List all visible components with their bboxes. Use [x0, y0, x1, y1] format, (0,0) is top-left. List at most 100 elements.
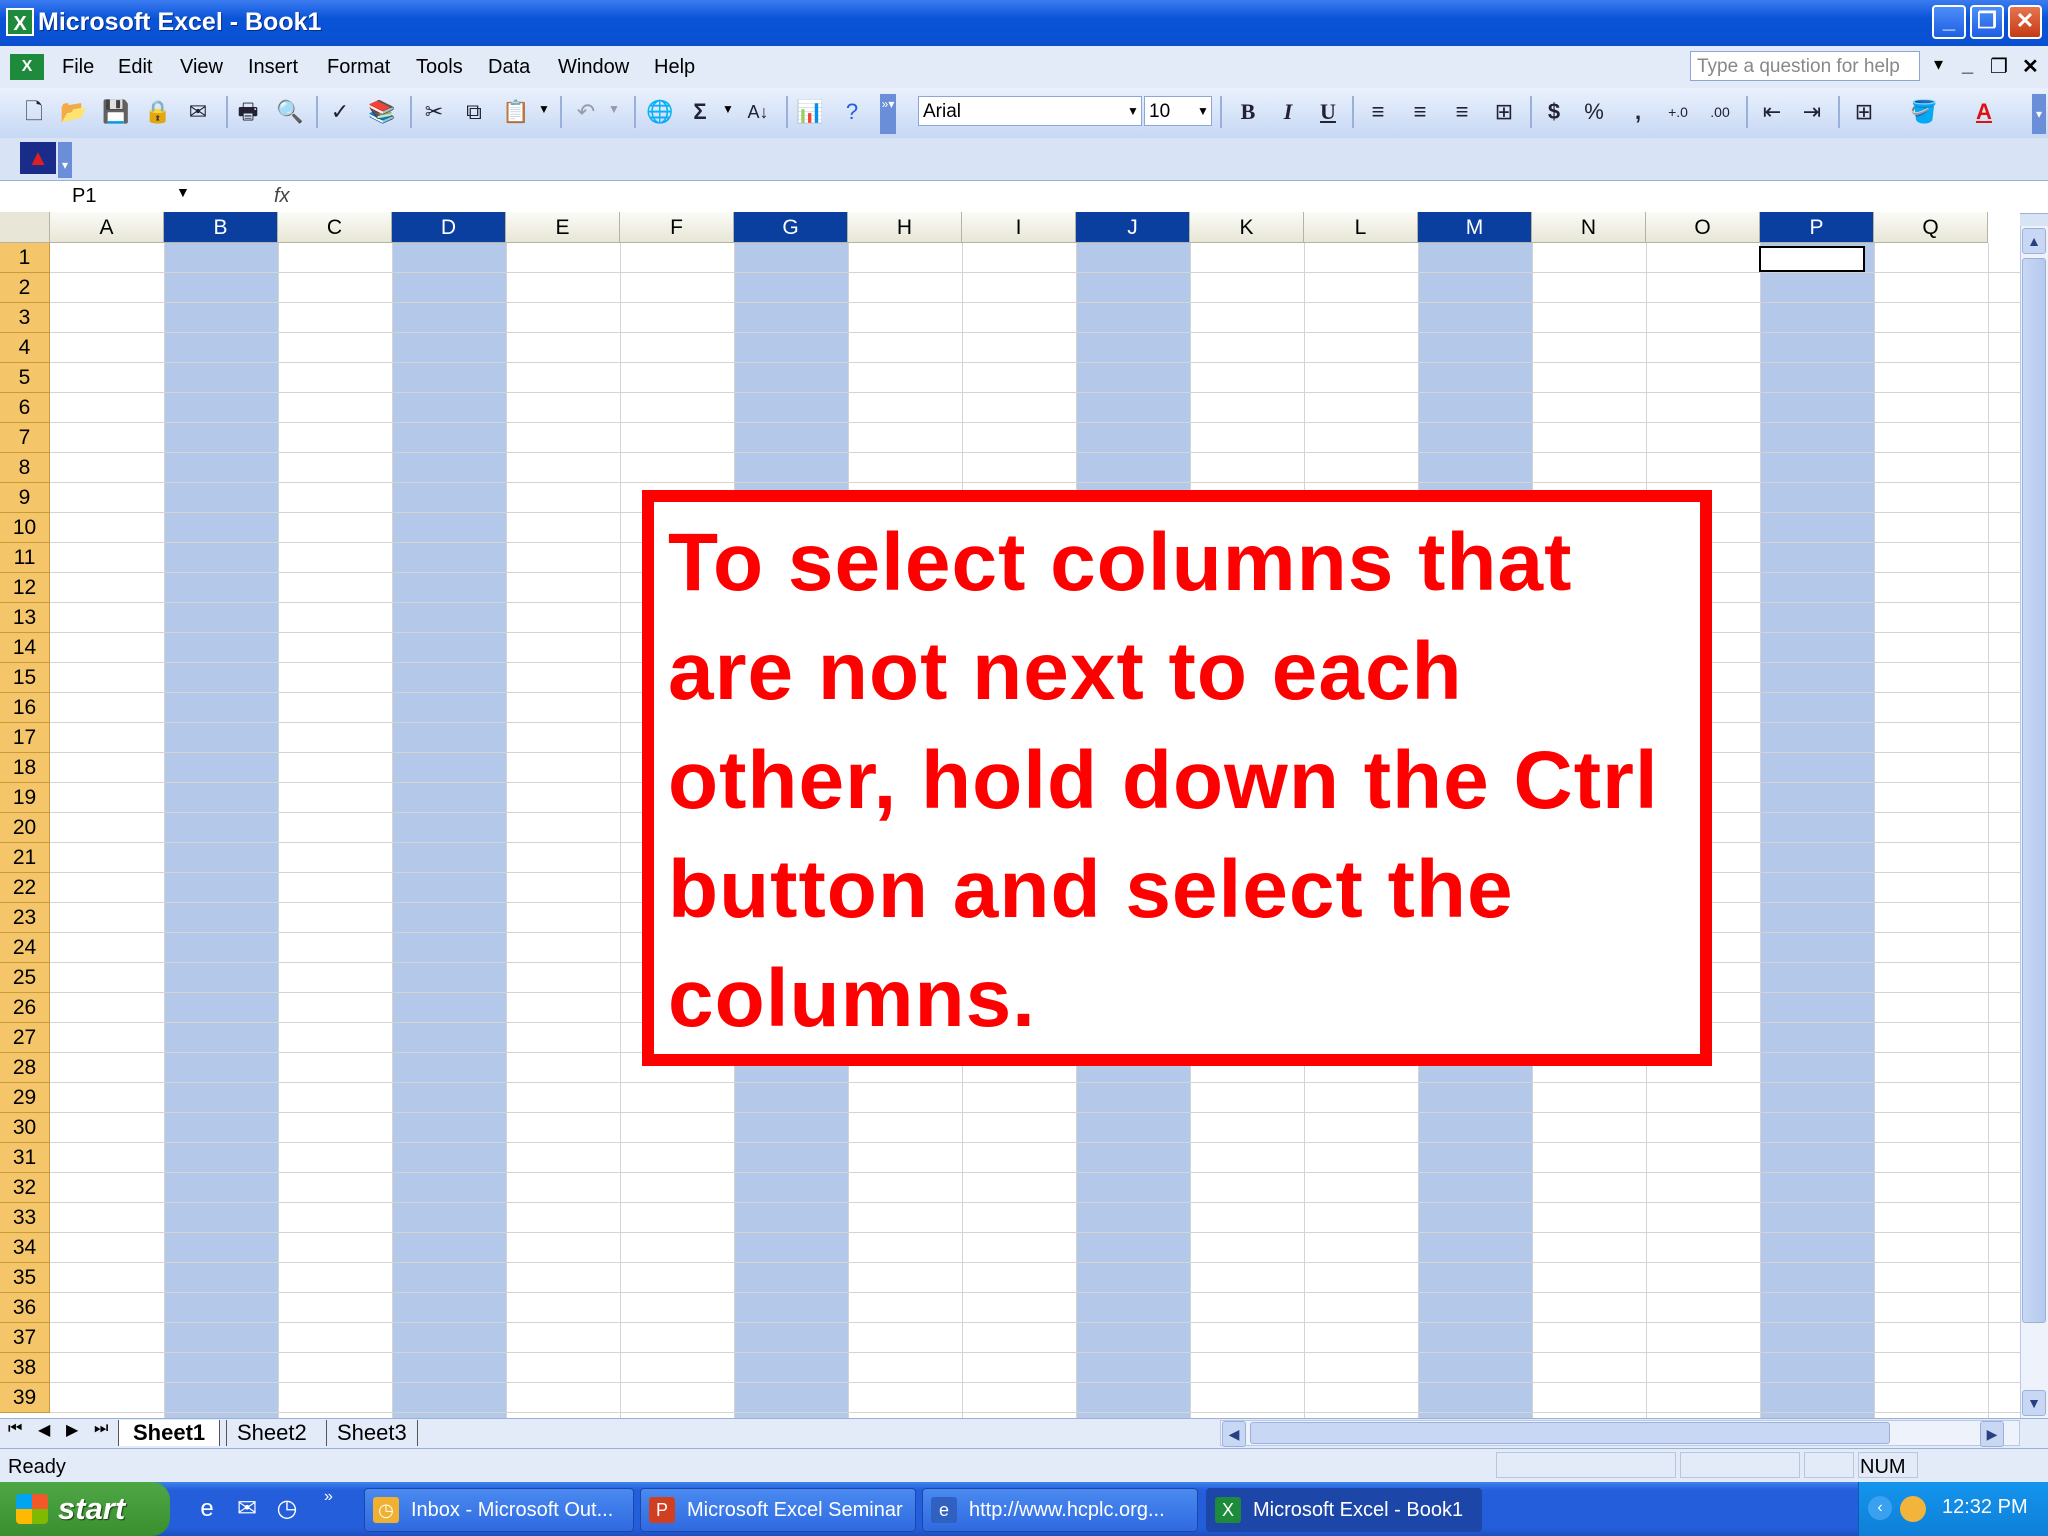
row-header-35[interactable]: 35 [0, 1263, 50, 1293]
row-header-36[interactable]: 36 [0, 1293, 50, 1323]
column-header-a[interactable]: A [50, 212, 164, 243]
column-header-n[interactable]: N [1532, 212, 1646, 243]
taskbar-item-outlook[interactable]: ◷ Inbox - Microsoft Out... [364, 1488, 634, 1532]
clock-icon[interactable] [1900, 1496, 1926, 1522]
align-right-icon[interactable]: ≡ [1446, 96, 1478, 128]
new-icon[interactable]: 🗋 [18, 96, 50, 128]
row-header-8[interactable]: 8 [0, 453, 50, 483]
copy-icon[interactable]: ⧉ [458, 96, 490, 128]
sheet-tab-sheet3[interactable]: Sheet3 [326, 1420, 418, 1446]
menu-tools[interactable]: Tools [416, 56, 463, 79]
excel-icon[interactable]: X [6, 8, 34, 36]
insert-function-button[interactable]: fx [274, 182, 290, 210]
comma-button[interactable]: , [1622, 96, 1654, 128]
save-icon[interactable]: 💾 [100, 96, 132, 128]
menu-file[interactable]: File [62, 56, 94, 79]
column-header-l[interactable]: L [1304, 212, 1418, 243]
chevron-down-icon[interactable]: ▼ [1196, 96, 1210, 126]
column-header-h[interactable]: H [848, 212, 962, 243]
font-color-icon[interactable]: A [1968, 96, 2000, 128]
align-left-icon[interactable]: ≡ [1362, 96, 1394, 128]
paste-icon[interactable]: 📋 [500, 96, 532, 128]
scroll-right-button[interactable]: ▶ [1980, 1421, 2004, 1447]
minimize-button[interactable]: _ [1932, 5, 1966, 39]
active-cell-p1[interactable] [1759, 246, 1865, 272]
column-header-g[interactable]: G [734, 212, 848, 243]
menu-insert[interactable]: Insert [248, 56, 298, 79]
first-sheet-button[interactable]: ⏮ [8, 1420, 22, 1438]
fill-color-icon[interactable]: 🪣 [1908, 96, 1940, 128]
column-header-b[interactable]: B [164, 212, 278, 243]
column-header-o[interactable]: O [1646, 212, 1760, 243]
sort-ascending-icon[interactable]: A↓ [742, 96, 774, 128]
row-header-34[interactable]: 34 [0, 1233, 50, 1263]
scroll-left-button[interactable]: ◀ [1222, 1421, 1246, 1447]
row-header-22[interactable]: 22 [0, 873, 50, 903]
document-icon[interactable]: X [10, 54, 44, 80]
toolbar-options-icon[interactable]: ▾ [2032, 94, 2046, 134]
row-header-17[interactable]: 17 [0, 723, 50, 753]
row-header-2[interactable]: 2 [0, 273, 50, 303]
italic-button[interactable]: I [1272, 96, 1304, 128]
row-header-13[interactable]: 13 [0, 603, 50, 633]
vertical-scroll-thumb[interactable] [2022, 258, 2046, 1323]
column-header-f[interactable]: F [620, 212, 734, 243]
column-header-e[interactable]: E [506, 212, 620, 243]
merge-center-icon[interactable]: ⊞ [1488, 96, 1520, 128]
increase-indent-icon[interactable]: ⇥ [1796, 96, 1828, 128]
column-header-d[interactable]: D [392, 212, 506, 243]
undo-dropdown-icon[interactable]: ▼ [608, 102, 620, 116]
next-sheet-button[interactable]: ▶ [66, 1420, 78, 1440]
doc-close-button[interactable]: ✕ [2022, 54, 2039, 79]
print-icon[interactable]: 🖶 [232, 96, 264, 128]
row-header-16[interactable]: 16 [0, 693, 50, 723]
row-header-27[interactable]: 27 [0, 1023, 50, 1053]
row-header-15[interactable]: 15 [0, 663, 50, 693]
menu-format[interactable]: Format [327, 56, 390, 79]
column-header-j[interactable]: J [1076, 212, 1190, 243]
sheet-tab-sheet2[interactable]: Sheet2 [226, 1420, 317, 1446]
row-header-18[interactable]: 18 [0, 753, 50, 783]
select-all-button[interactable] [0, 212, 50, 243]
scroll-up-button[interactable]: ▲ [2022, 228, 2046, 254]
spelling-icon[interactable]: ✓ [324, 96, 356, 128]
row-header-1[interactable]: 1 [0, 243, 50, 273]
row-header-24[interactable]: 24 [0, 933, 50, 963]
selected-column-p[interactable] [1761, 243, 1874, 1418]
help-dropdown-icon[interactable]: ▾ [1934, 54, 1943, 75]
print-preview-icon[interactable]: 🔍 [274, 96, 306, 128]
bold-button[interactable]: B [1232, 96, 1264, 128]
scroll-down-button[interactable]: ▼ [2022, 1390, 2046, 1416]
row-header-26[interactable]: 26 [0, 993, 50, 1023]
menu-view[interactable]: View [180, 56, 223, 79]
hyperlink-icon[interactable]: 🌐 [644, 96, 676, 128]
selected-column-b[interactable] [165, 243, 278, 1418]
column-header-c[interactable]: C [278, 212, 392, 243]
formula-input[interactable] [300, 182, 2040, 210]
row-header-29[interactable]: 29 [0, 1083, 50, 1113]
column-header-p[interactable]: P [1760, 212, 1874, 243]
horizontal-scroll-thumb[interactable] [1250, 1422, 1890, 1444]
taskbar-item-excel[interactable]: X Microsoft Excel - Book1 [1206, 1488, 1482, 1532]
align-center-icon[interactable]: ≡ [1404, 96, 1436, 128]
autosum-icon[interactable]: Σ [684, 96, 716, 128]
doc-restore-button[interactable]: ❐ [1990, 54, 2008, 79]
row-header-30[interactable]: 30 [0, 1113, 50, 1143]
row-header-5[interactable]: 5 [0, 363, 50, 393]
row-header-21[interactable]: 21 [0, 843, 50, 873]
last-sheet-button[interactable]: ⏭ [94, 1420, 108, 1438]
row-header-12[interactable]: 12 [0, 573, 50, 603]
help-icon[interactable]: ? [836, 96, 868, 128]
row-header-6[interactable]: 6 [0, 393, 50, 423]
row-header-11[interactable]: 11 [0, 543, 50, 573]
underline-button[interactable]: U [1312, 96, 1344, 128]
row-header-28[interactable]: 28 [0, 1053, 50, 1083]
row-header-3[interactable]: 3 [0, 303, 50, 333]
decrease-decimal-icon[interactable]: .00 [1704, 96, 1736, 128]
column-header-k[interactable]: K [1190, 212, 1304, 243]
column-header-m[interactable]: M [1418, 212, 1532, 243]
row-header-23[interactable]: 23 [0, 903, 50, 933]
row-header-7[interactable]: 7 [0, 423, 50, 453]
taskbar-item-powerpoint[interactable]: P Microsoft Excel Seminar [640, 1488, 916, 1532]
menu-data[interactable]: Data [488, 56, 530, 79]
